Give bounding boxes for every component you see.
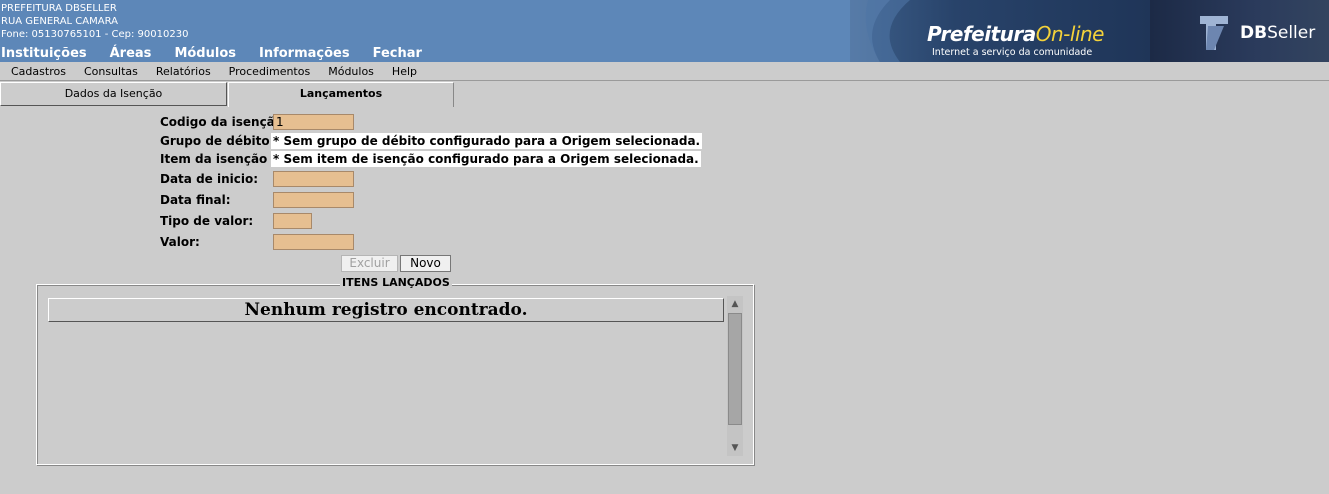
itens-lancados-legend: ITENS LANÇADOS	[340, 276, 452, 289]
item-label: Item da isenção :	[160, 152, 277, 166]
grid-scrollbar[interactable]: ▲ ▼	[727, 296, 743, 456]
data-final-input[interactable]	[273, 192, 354, 208]
prefeitura-online-logo: PrefeituraOn-line Internet a serviço da …	[850, 0, 1150, 62]
menu-procedimentos[interactable]: Procedimentos	[229, 65, 311, 78]
scroll-up-arrow-icon[interactable]: ▲	[727, 296, 743, 312]
menu-relatorios[interactable]: Relatórios	[156, 65, 211, 78]
grupo-label: Grupo de débito :	[160, 134, 279, 148]
menu-cadastros[interactable]: Cadastros	[11, 65, 66, 78]
dbseller-icon	[1200, 16, 1228, 50]
valor-input[interactable]	[273, 234, 354, 250]
nav-modulos[interactable]: Módulos	[174, 46, 236, 62]
top-nav: Instituições Áreas Módulos Informações F…	[0, 46, 445, 62]
tab-lancamentos[interactable]: Lançamentos	[228, 82, 454, 107]
institution-info: PREFEITURA DBSELLER RUA GENERAL CAMARA F…	[1, 2, 188, 41]
dbseller-db: DB	[1240, 23, 1268, 43]
novo-button[interactable]: Novo	[400, 255, 451, 272]
menu-consultas[interactable]: Consultas	[84, 65, 138, 78]
institution-contact: Fone: 05130765101 - Cep: 90010230	[1, 29, 189, 40]
codigo-input[interactable]: 1	[273, 114, 354, 130]
nav-instituicoes[interactable]: Instituições	[1, 46, 87, 62]
excluir-button[interactable]: Excluir	[341, 255, 398, 272]
codigo-label: Codigo da isenção:	[160, 115, 288, 129]
menu-modulos[interactable]: Módulos	[328, 65, 374, 78]
tab-dados-da-isencao[interactable]: Dados da Isenção	[0, 82, 227, 106]
app-header: PREFEITURA DBSELLER RUA GENERAL CAMARA F…	[0, 0, 1329, 62]
dbseller-wordmark: DBSeller	[1240, 23, 1315, 43]
menu-help[interactable]: Help	[392, 65, 417, 78]
brand-title: PrefeituraOn-line	[927, 22, 1104, 46]
institution-address: RUA GENERAL CAMARA	[1, 16, 118, 27]
scroll-thumb[interactable]	[728, 313, 742, 425]
dbseller-seller: Seller	[1267, 23, 1316, 43]
nav-informacoes[interactable]: Informações	[259, 46, 350, 62]
data-inicio-label: Data de inicio:	[160, 172, 259, 186]
scroll-down-arrow-icon[interactable]: ▼	[727, 440, 743, 456]
nav-fechar[interactable]: Fechar	[373, 46, 422, 62]
tipo-valor-label: Tipo de valor:	[160, 214, 254, 228]
brand-subtitle: Internet a serviço da comunidade	[932, 47, 1093, 58]
data-inicio-input[interactable]	[273, 171, 354, 187]
brand-online: On-line	[1035, 22, 1105, 46]
empty-grid-message: Nenhum registro encontrado.	[48, 298, 724, 322]
nav-areas[interactable]: Áreas	[110, 46, 152, 62]
grupo-message: * Sem grupo de débito configurado para a…	[271, 133, 703, 149]
tipo-valor-select[interactable]	[273, 213, 312, 229]
brand-prefeitura: Prefeitura	[927, 22, 1036, 46]
valor-label: Valor:	[160, 235, 200, 249]
institution-name: PREFEITURA DBSELLER	[1, 3, 117, 14]
menubar: Cadastros Consultas Relatórios Procedime…	[0, 62, 1329, 81]
data-final-label: Data final:	[160, 193, 231, 207]
dbseller-logo: DBSeller	[1150, 0, 1329, 62]
item-message: * Sem item de isenção configurado para a…	[271, 151, 701, 167]
